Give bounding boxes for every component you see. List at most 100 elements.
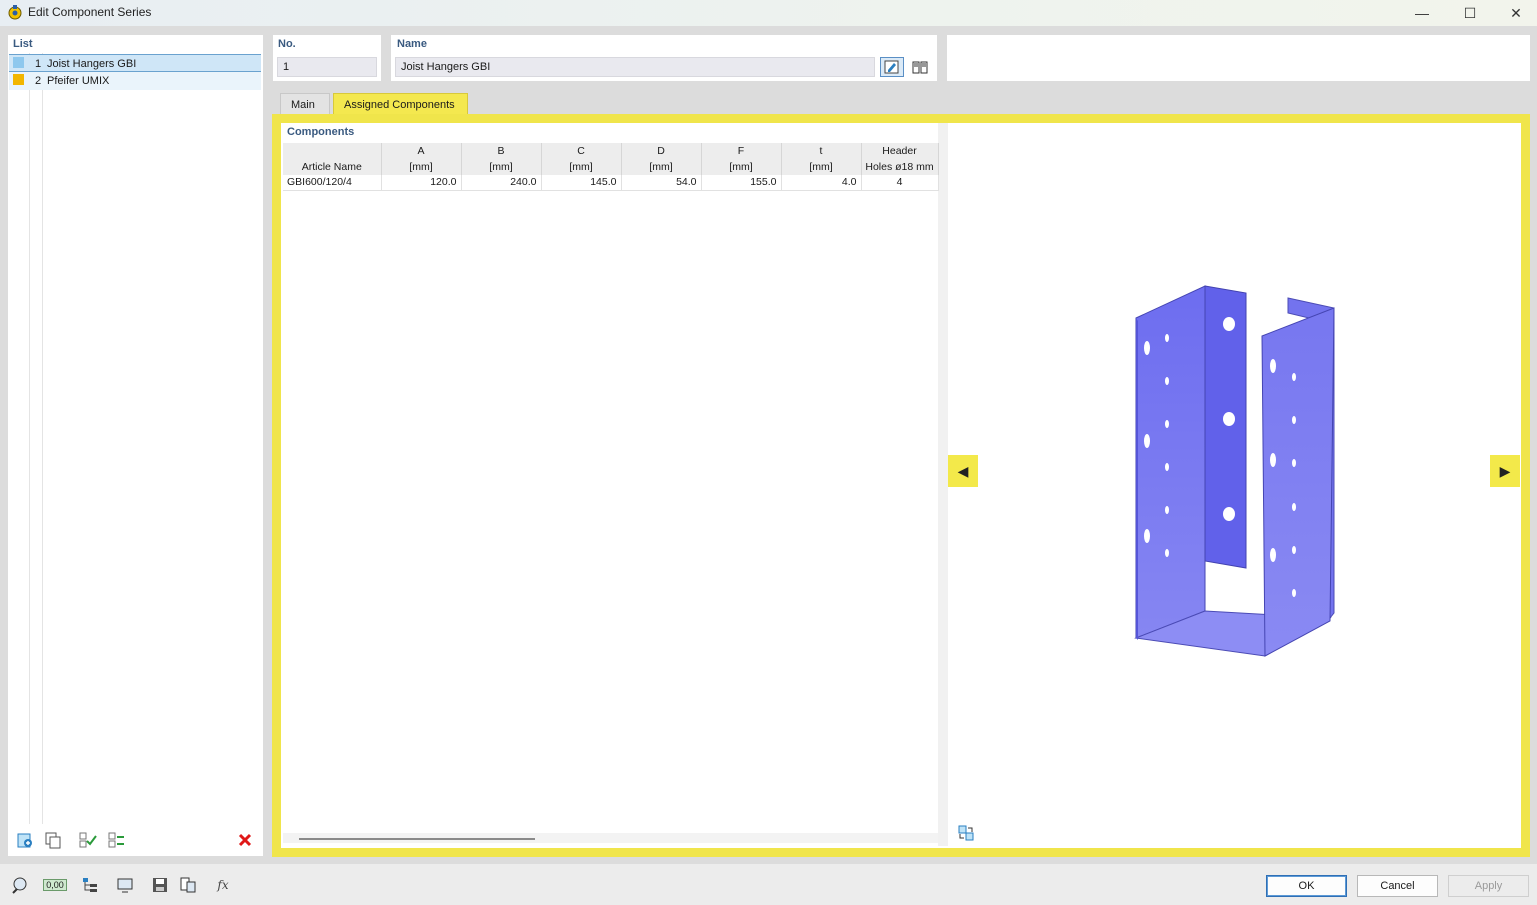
tab-assigned-components[interactable]: Assigned Components xyxy=(333,93,468,115)
title-bar: Edit Component Series — ☐ ✕ xyxy=(0,0,1537,26)
components-panel: Components xyxy=(281,123,939,846)
ok-button[interactable]: OK xyxy=(1266,875,1347,897)
check-all-button[interactable] xyxy=(76,829,100,851)
minimize-button[interactable]: — xyxy=(1399,0,1445,26)
list-grid-line xyxy=(42,53,43,824)
edit-icon xyxy=(884,60,899,74)
column-header[interactable]: t xyxy=(781,143,862,159)
list-item-number: 2 xyxy=(35,75,42,87)
check-toggle-icon xyxy=(108,832,124,848)
list-item-1[interactable]: 1 Joist Hangers GBI xyxy=(9,54,261,72)
previous-button[interactable]: ◀ xyxy=(948,455,978,487)
color-swatch xyxy=(13,74,24,85)
list-panel: List 1 Joist Hangers GBI 2 Pfeifer UMIX xyxy=(8,35,263,856)
column-header-unit[interactable]: Holes ø18 mm xyxy=(861,159,939,175)
library-button-bottom[interactable] xyxy=(176,874,200,896)
table-cell[interactable]: GBI600/120/4 xyxy=(283,175,382,191)
units-icon: 0,00 xyxy=(43,879,67,891)
number-label: No. xyxy=(278,38,296,50)
column-header[interactable]: D xyxy=(621,143,702,159)
save-button[interactable] xyxy=(148,874,172,896)
column-header-unit[interactable]: [mm] xyxy=(781,159,862,175)
arrow-left-icon: ◀ xyxy=(957,462,969,479)
formula-icon: fx xyxy=(217,878,229,892)
column-header[interactable]: A xyxy=(381,143,462,159)
delete-icon xyxy=(238,833,252,847)
joist-hanger-3d-icon xyxy=(1134,285,1335,657)
arrow-right-icon: ▶ xyxy=(1499,462,1511,479)
app-logo-icon xyxy=(8,5,22,20)
maximize-button[interactable]: ☐ xyxy=(1447,0,1493,26)
view-icon xyxy=(117,878,133,893)
copy-icon xyxy=(45,832,61,849)
table-cell[interactable]: 4.0 xyxy=(781,175,862,191)
swap-view-icon xyxy=(958,825,974,841)
close-button[interactable]: ✕ xyxy=(1493,0,1537,26)
check-toggle-button[interactable] xyxy=(105,829,129,851)
search-icon xyxy=(12,877,27,894)
table-row[interactable]: GBI600/120/4 120.0 240.0 145.0 54.0 155.… xyxy=(283,175,939,191)
formula-button[interactable]: fx xyxy=(211,874,235,896)
horizontal-scrollbar[interactable] xyxy=(283,833,938,843)
scrollbar-thumb[interactable] xyxy=(299,838,535,840)
cancel-button[interactable]: Cancel xyxy=(1357,875,1438,897)
apply-button[interactable]: Apply xyxy=(1448,875,1529,897)
list-item-2[interactable]: 2 Pfeifer UMIX xyxy=(9,72,261,90)
components-label: Components xyxy=(287,126,355,138)
view-options-button[interactable] xyxy=(954,822,978,844)
maximize-icon: ☐ xyxy=(1463,4,1477,21)
view-button[interactable] xyxy=(113,874,137,896)
column-header-unit[interactable]: [mm] xyxy=(541,159,622,175)
table-cell[interactable]: 120.0 xyxy=(381,175,462,191)
table-cell[interactable]: 145.0 xyxy=(541,175,622,191)
preview-panel xyxy=(948,123,1521,846)
table-cell[interactable]: 155.0 xyxy=(701,175,782,191)
table-cell[interactable]: 4 xyxy=(861,175,939,191)
name-label: Name xyxy=(397,38,427,50)
column-header[interactable]: C xyxy=(541,143,622,159)
column-header-unit[interactable]: [mm] xyxy=(701,159,782,175)
list-toolbar xyxy=(8,824,263,856)
color-swatch xyxy=(13,57,24,68)
components-table: A B C D F t Header Article Name [mm] [mm… xyxy=(283,143,939,191)
close-icon: ✕ xyxy=(1510,4,1522,21)
next-button[interactable]: ▶ xyxy=(1490,455,1520,487)
units-button[interactable]: 0,00 xyxy=(43,874,67,896)
column-header[interactable]: Header xyxy=(861,143,939,159)
number-field[interactable]: 1 xyxy=(277,57,377,77)
name-panel: Name Joist Hangers GBI xyxy=(391,35,937,81)
library-button[interactable] xyxy=(908,57,932,77)
info-panel xyxy=(947,35,1530,81)
column-header-unit[interactable]: Article Name xyxy=(283,159,382,175)
number-panel: No. 1 xyxy=(273,35,381,81)
delete-button[interactable] xyxy=(233,829,257,851)
list-item-number: 1 xyxy=(35,58,42,70)
column-header-unit[interactable]: [mm] xyxy=(621,159,702,175)
copy-button[interactable] xyxy=(41,829,65,851)
column-header[interactable]: B xyxy=(461,143,542,159)
table-cell[interactable]: 54.0 xyxy=(621,175,702,191)
save-icon xyxy=(153,878,167,892)
name-field[interactable]: Joist Hangers GBI xyxy=(395,57,875,77)
table-cell[interactable]: 240.0 xyxy=(461,175,542,191)
list-item-name: Joist Hangers GBI xyxy=(47,58,137,70)
tree-button[interactable] xyxy=(78,874,102,896)
edit-name-button[interactable] xyxy=(880,57,904,77)
column-header-unit[interactable]: [mm] xyxy=(381,159,462,175)
column-header[interactable]: F xyxy=(701,143,782,159)
search-button[interactable] xyxy=(8,874,32,896)
list-item-name: Pfeifer UMIX xyxy=(47,75,110,87)
check-all-icon xyxy=(79,832,97,848)
minimize-icon: — xyxy=(1415,5,1429,21)
library-icon xyxy=(180,877,196,893)
new-item-icon xyxy=(17,833,32,848)
tree-icon xyxy=(83,878,97,892)
window-title: Edit Component Series xyxy=(28,5,152,19)
book-icon xyxy=(912,61,928,74)
column-header[interactable] xyxy=(283,143,382,159)
list-grid-line xyxy=(29,53,30,824)
new-item-button[interactable] xyxy=(13,829,37,851)
splitter[interactable] xyxy=(938,123,948,846)
tab-main[interactable]: Main xyxy=(280,93,330,115)
column-header-unit[interactable]: [mm] xyxy=(461,159,542,175)
